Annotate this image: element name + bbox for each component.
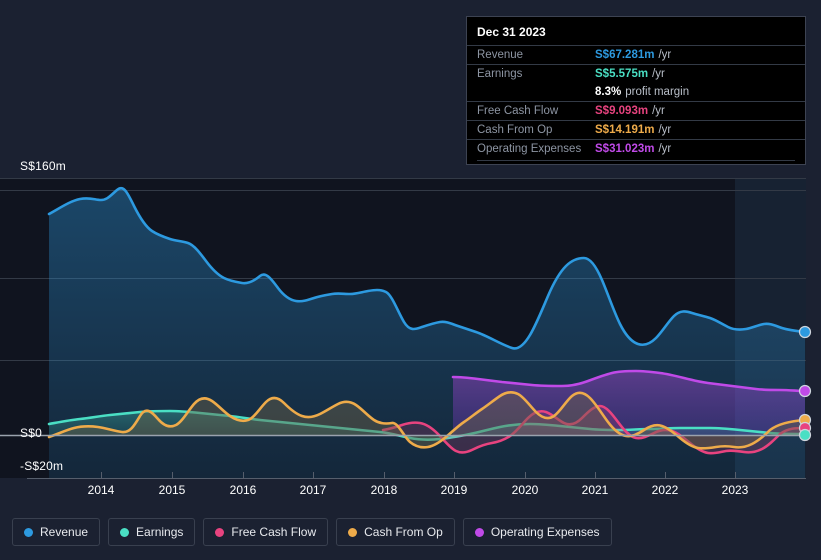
tooltip-row-key: Revenue <box>477 49 524 61</box>
financial-chart: S$160m S$0 -S$20m 2014 2015 2016 2017 2018 20… <box>0 0 821 560</box>
y-axis-label-top: S$160m <box>20 159 66 173</box>
tooltip-row-value-wrap: S$9.093m/yr <box>595 105 665 117</box>
tooltip-row: Operating Expenses S$31.023m/yr <box>467 139 805 158</box>
x-axis-tick-2015: 2015 <box>158 483 186 497</box>
tooltip-row-value: S$9.093m <box>595 105 649 117</box>
chart-tooltip: Dec 31 2023 Revenue S$67.281m/yr Earnings S… <box>466 16 806 165</box>
tooltip-row-value-wrap: S$5.575m/yr <box>595 68 665 80</box>
legend-label: Free Cash Flow <box>231 525 317 539</box>
legend-label: Operating Expenses <box>490 525 600 539</box>
tooltip-row-key: Operating Expenses <box>477 143 582 155</box>
tooltip-rows: Revenue S$67.281m/yr Earnings S$5.575m/yr 8.… <box>467 45 805 158</box>
tooltip-row-value: S$31.023m <box>595 143 655 155</box>
legend-color-dot <box>348 527 358 537</box>
legend-color-dot <box>215 527 225 537</box>
legend-item-free-cash-flow[interactable]: Free Cash Flow <box>203 518 329 546</box>
tooltip-row: Earnings S$5.575m/yr <box>467 64 805 83</box>
x-axis-tick-2021: 2021 <box>581 483 609 497</box>
tooltip-footer-divider <box>477 160 795 161</box>
legend-color-dot <box>474 527 484 537</box>
tooltip-date: Dec 31 2023 <box>477 25 546 39</box>
tooltip-row-key: Earnings <box>477 68 523 80</box>
legend-item-cash-from-op[interactable]: Cash From Op <box>336 518 455 546</box>
legend-item-earnings[interactable]: Earnings <box>108 518 196 546</box>
tooltip-row-suffix: /yr <box>658 143 672 155</box>
tooltip-row-value-wrap: 8.3% profit margin <box>595 86 689 98</box>
legend-item-operating-expenses[interactable]: Operating Expenses <box>462 518 612 546</box>
tooltip-row: Cash From Op S$14.191m/yr <box>467 120 805 139</box>
x-axis-tick-2020: 2020 <box>511 483 539 497</box>
x-axis-tick-2023: 2023 <box>721 483 749 497</box>
y-axis-label-bottom: -S$20m <box>20 459 64 473</box>
tooltip-row-suffix: /yr <box>652 68 665 80</box>
tooltip-row-value-wrap: S$14.191m/yr <box>595 124 671 136</box>
tooltip-row-suffix: /yr <box>652 105 665 117</box>
x-axis-tick-2014: 2014 <box>87 483 115 497</box>
endpoint-earnings <box>798 428 812 442</box>
tooltip-row-value-wrap: S$67.281m/yr <box>595 49 671 61</box>
tooltip-row-value: 8.3% <box>595 86 622 98</box>
legend-label: Cash From Op <box>364 525 443 539</box>
x-axis-tick-2017: 2017 <box>299 483 327 497</box>
legend-label: Revenue <box>40 525 89 539</box>
x-axis-tick-2022: 2022 <box>651 483 679 497</box>
legend-color-dot <box>120 527 130 537</box>
y-axis-label-zero: S$0 <box>20 426 42 440</box>
legend-item-revenue[interactable]: Revenue <box>12 518 101 546</box>
tooltip-row-value: S$14.191m <box>595 124 655 136</box>
tooltip-row-key: Free Cash Flow <box>477 105 559 117</box>
tooltip-row: Free Cash Flow S$9.093m/yr <box>467 101 805 120</box>
tooltip-row-value: S$5.575m <box>595 68 649 80</box>
tooltip-row-key: Cash From Op <box>477 124 553 136</box>
tooltip-row-suffix: /yr <box>658 49 672 61</box>
x-axis-tick-2018: 2018 <box>370 483 398 497</box>
tooltip-row: Revenue S$67.281m/yr <box>467 45 805 64</box>
endpoint-operating-expenses <box>798 384 812 398</box>
x-axis-tick-2016: 2016 <box>229 483 257 497</box>
chart-legend[interactable]: Revenue Earnings Free Cash Flow Cash From O… <box>12 518 612 546</box>
legend-label: Earnings <box>136 525 184 539</box>
tooltip-row-value-wrap: S$31.023m/yr <box>595 143 671 155</box>
x-axis-tick-2019: 2019 <box>440 483 468 497</box>
tooltip-row-value: S$67.281m <box>595 49 655 61</box>
endpoint-revenue <box>798 325 812 339</box>
tooltip-row: 8.3% profit margin <box>467 83 805 101</box>
tooltip-row-suffix: /yr <box>658 124 672 136</box>
tooltip-row-suffix: profit margin <box>625 86 690 98</box>
legend-color-dot <box>24 527 33 537</box>
